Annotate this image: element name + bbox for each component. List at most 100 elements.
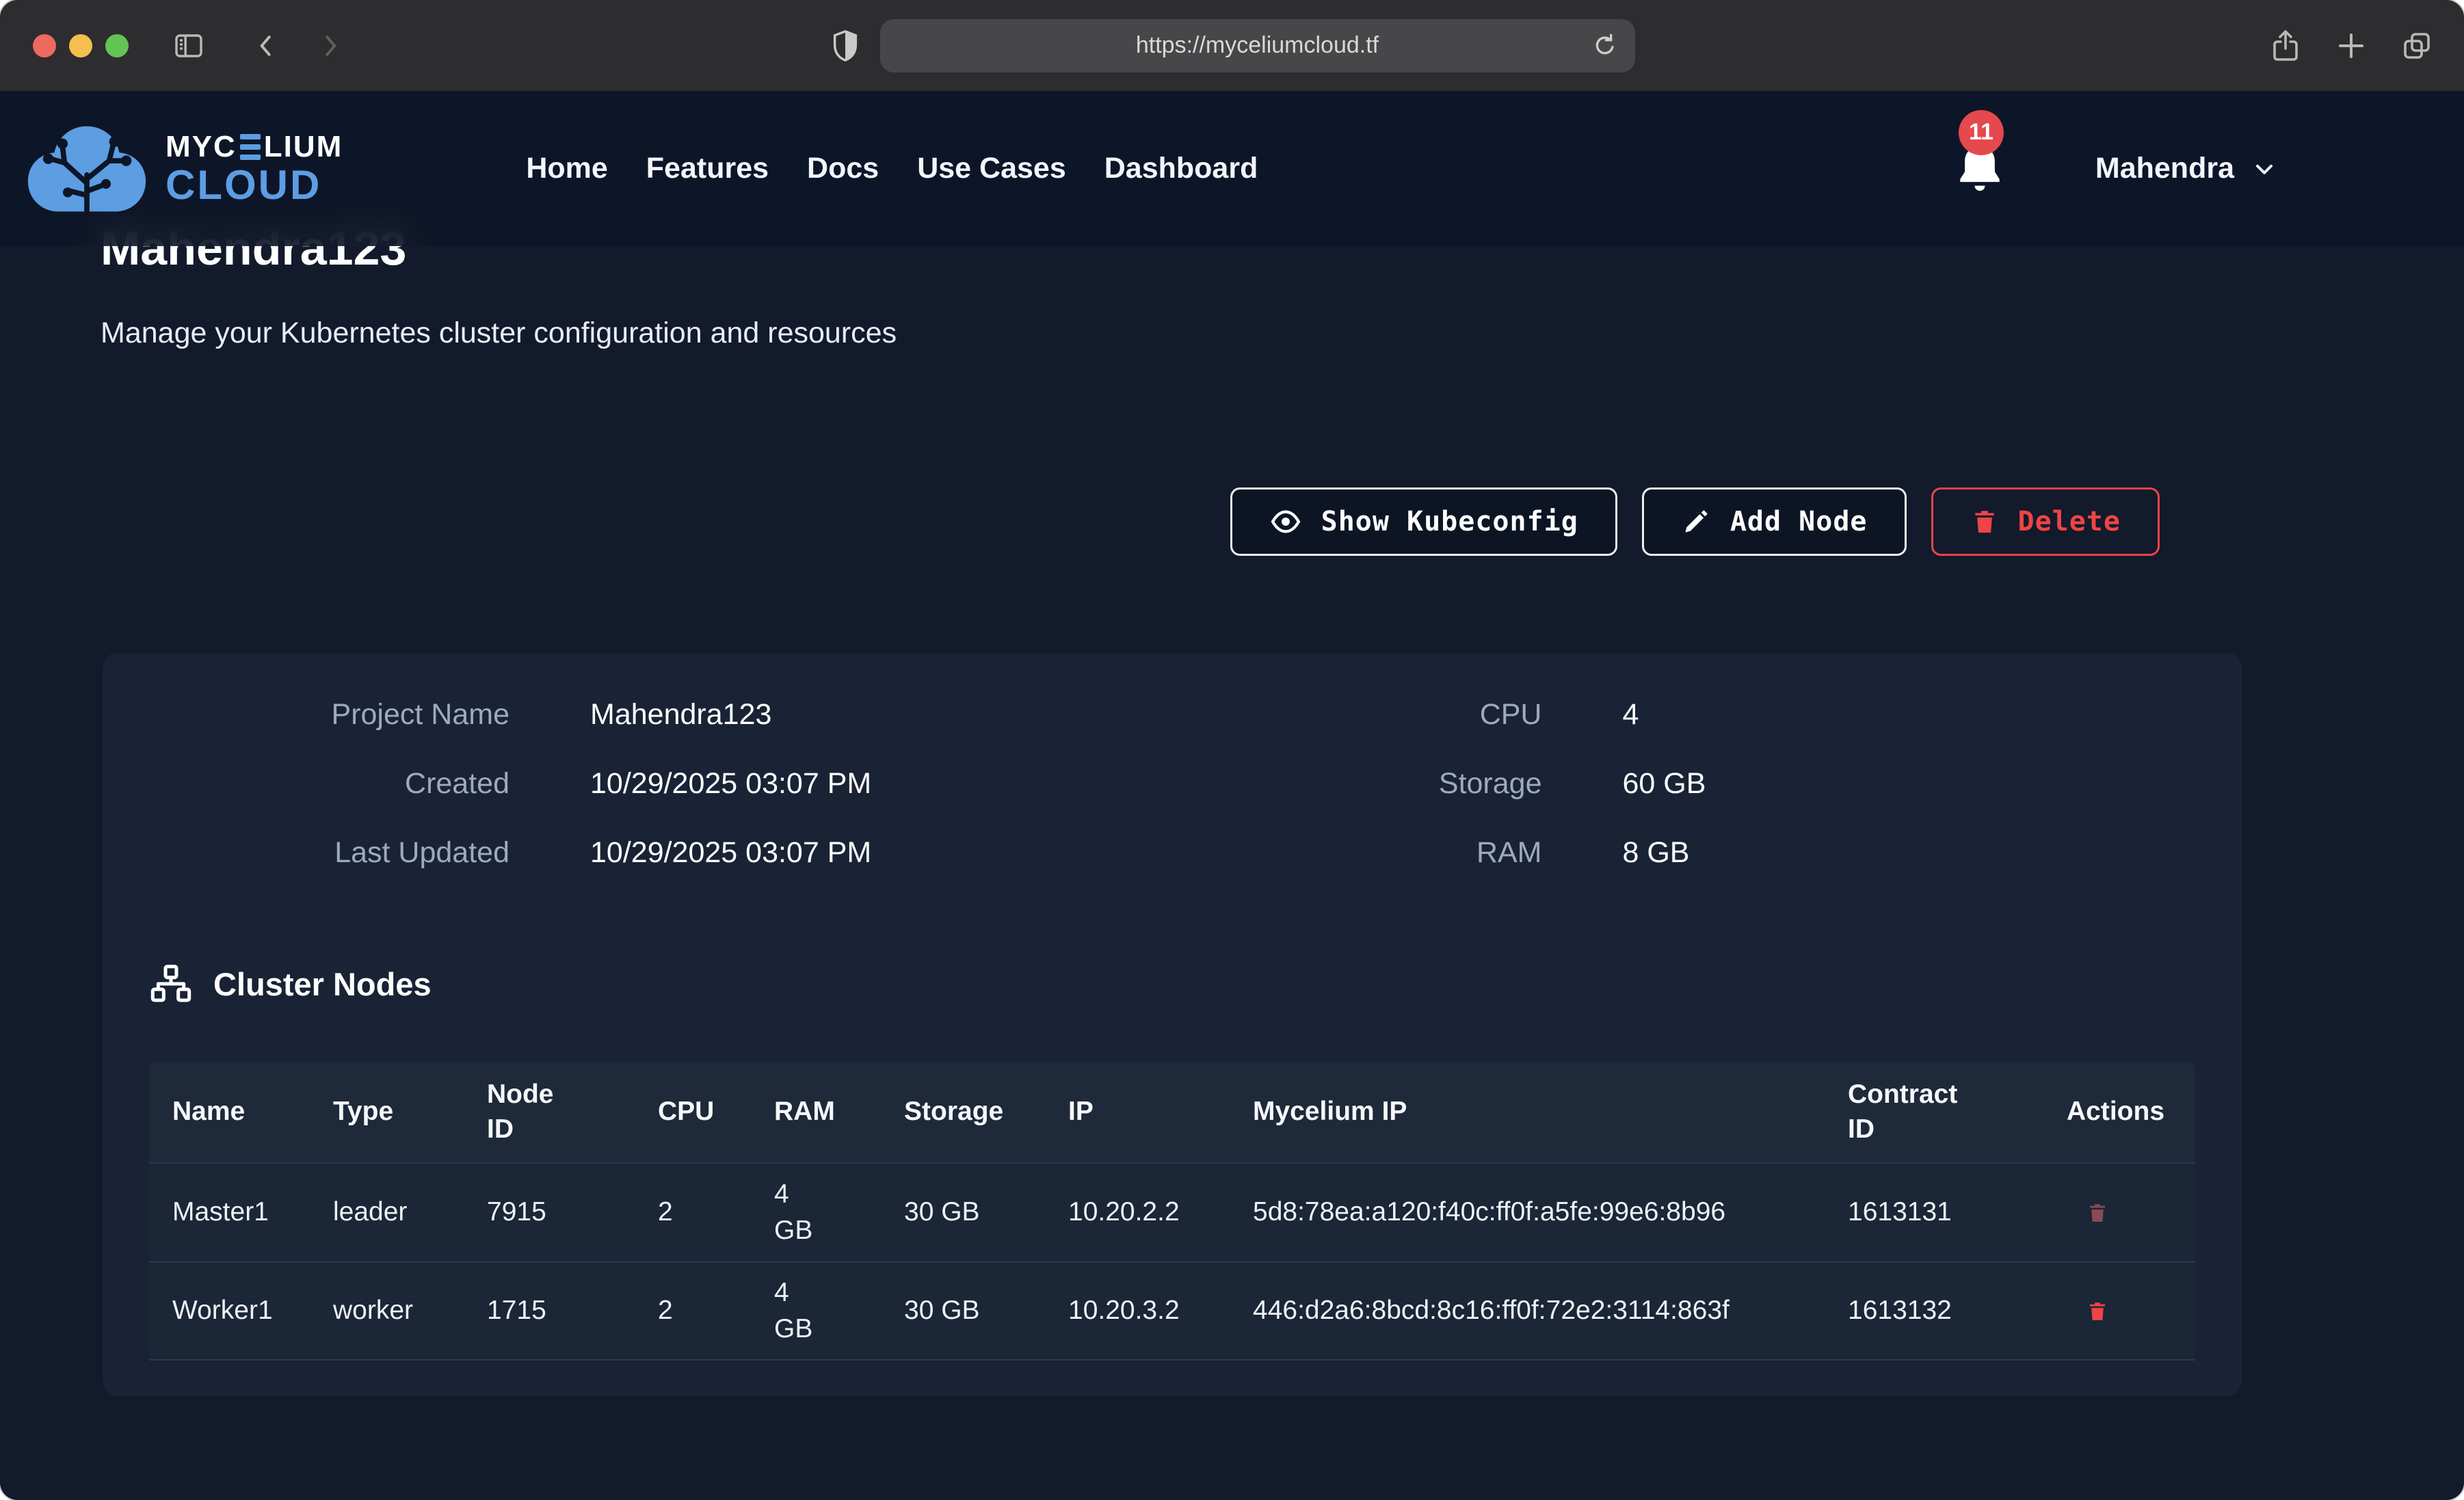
zoom-window-button[interactable] [105,34,129,57]
storage-value: 60 GB [1623,767,1706,801]
cpu-value: 4 [1623,698,1639,732]
show-kubeconfig-label: Show Kubeconfig [1321,506,1578,537]
close-window-button[interactable] [33,34,56,57]
col-type: Type [310,1062,464,1162]
nav-link-dashboard[interactable]: Dashboard [1104,152,1258,185]
notifications-button[interactable]: 11 [1952,140,2008,198]
user-name: Mahendra [2095,152,2234,185]
cell-actions [2043,1261,2195,1361]
cell-contract-id: 1613131 [1825,1162,2043,1261]
col-name: Name [149,1062,310,1162]
cluster-info: Project Name Mahendra123 Created 10/29/2… [202,698,2201,870]
page-subtitle: Manage your Kubernetes cluster configura… [101,317,897,350]
nav-link-home[interactable]: Home [526,152,607,185]
url-bar[interactable]: https://myceliumcloud.tf [880,19,1635,72]
cell-name: Master1 [149,1162,310,1261]
cell-name: Worker1 [149,1261,310,1361]
col-mycelium-ip: Mycelium IP [1230,1062,1825,1162]
add-node-label: Add Node [1730,506,1868,537]
user-menu[interactable]: Mahendra [2095,152,2278,185]
brand-line1-suffix: LIUM [264,132,343,162]
nav-link-docs[interactable]: Docs [807,152,879,185]
last-updated-label: Last Updated [202,836,509,870]
trash-icon [2086,1200,2109,1226]
cell-contract-id: 1613132 [1825,1261,2043,1361]
eye-icon [1269,505,1302,538]
brand-wordmark: MYC LIUM CLOUD [165,132,343,206]
cluster-nodes-header: Cluster Nodes [149,962,432,1006]
privacy-shield-icon[interactable] [830,28,861,64]
cpu-label: CPU [1234,698,1542,732]
cluster-nodes-icon [149,962,193,1006]
cell-storage: 30 GB [881,1162,1045,1261]
project-name-value: Mahendra123 [590,698,771,732]
browser-chrome: https://myceliumcloud.tf [0,0,2464,91]
cell-actions [2043,1162,2195,1261]
new-tab-icon[interactable] [2335,29,2368,62]
traffic-lights [33,34,129,57]
top-navbar: MYC LIUM CLOUD Home Features Docs Use Ca… [0,91,2464,246]
col-node-id: Node ID [464,1062,635,1162]
table-row-master1: Master1 leader 7915 2 4 GB 30 GB 10.20.2… [149,1162,2195,1261]
notification-badge: 11 [1959,110,2004,155]
col-contract-id: Contract ID [1825,1062,2043,1162]
cluster-actions: Show Kubeconfig Add Node Delete [1230,487,2160,556]
ram-label: RAM [1234,836,1542,870]
delete-node-button[interactable] [2067,1298,2109,1324]
cell-mycelium-ip: 446:d2a6:8bcd:8c16:ff0f:72e2:3114:863f [1230,1261,1825,1361]
col-cpu: CPU [635,1062,751,1162]
back-icon[interactable] [252,29,282,62]
cell-storage: 30 GB [881,1261,1045,1361]
cluster-nodes-title: Cluster Nodes [213,965,432,1003]
browser-window: https://myceliumcloud.tf Mahendra123 Man… [0,0,2464,1500]
cell-ip: 10.20.3.2 [1045,1261,1230,1361]
project-name-label: Project Name [202,698,509,732]
last-updated-value: 10/29/2025 03:07 PM [590,836,871,870]
cluster-info-right: CPU 4 Storage 60 GB RAM 8 GB [1169,698,2201,870]
cell-cpu: 2 [635,1261,751,1361]
cell-type: leader [310,1162,464,1261]
cell-node-id: 1715 [464,1261,635,1361]
brand-line1-prefix: MYC [165,132,237,162]
cell-node-id: 7915 [464,1162,635,1261]
cell-cpu: 2 [635,1162,751,1261]
col-actions: Actions [2043,1062,2195,1162]
nodes-table-header-row: Name Type Node ID CPU RAM Storage IP Myc… [149,1062,2195,1162]
col-ram: RAM [751,1062,881,1162]
delete-node-button[interactable] [2067,1200,2109,1226]
page-body: Mahendra123 Manage your Kubernetes clust… [0,91,2464,1500]
mycelium-cloud-logo-icon [22,117,152,221]
ram-value: 8 GB [1623,836,1690,870]
show-kubeconfig-button[interactable]: Show Kubeconfig [1230,487,1617,556]
trash-icon [1970,507,1999,537]
delete-cluster-button[interactable]: Delete [1931,487,2160,556]
share-icon[interactable] [2269,28,2302,64]
nodes-table: Name Type Node ID CPU RAM Storage IP Myc… [149,1062,2195,1361]
cell-ram: 4 GB [751,1162,881,1261]
nav-link-features[interactable]: Features [646,152,769,185]
cluster-info-left: Project Name Mahendra123 Created 10/29/2… [202,698,1169,870]
url-text: https://myceliumcloud.tf [1136,32,1379,59]
forward-icon[interactable] [315,29,345,62]
brand-e-bars [240,134,261,160]
cell-ram: 4 GB [751,1261,881,1361]
cell-type: worker [310,1261,464,1361]
col-ip: IP [1045,1062,1230,1162]
cluster-card: Project Name Mahendra123 Created 10/29/2… [103,653,2242,1396]
nav-link-use-cases[interactable]: Use Cases [917,152,1066,185]
created-label: Created [202,767,509,801]
created-value: 10/29/2025 03:07 PM [590,767,871,801]
tab-overview-icon[interactable] [2400,29,2433,62]
cell-mycelium-ip: 5d8:78ea:a120:f40c:ff0f:a5fe:99e6:8b96 [1230,1162,1825,1261]
col-storage: Storage [881,1062,1045,1162]
brand-line2: CLOUD [165,165,343,206]
delete-label: Delete [2018,506,2121,537]
reload-icon[interactable] [1591,32,1619,59]
brand-logo[interactable]: MYC LIUM CLOUD [22,117,343,221]
table-row-worker1: Worker1 worker 1715 2 4 GB 30 GB 10.20.3… [149,1261,2195,1361]
add-node-button[interactable]: Add Node [1642,487,1907,556]
minimize-window-button[interactable] [69,34,92,57]
pencil-icon [1681,507,1711,537]
cell-ip: 10.20.2.2 [1045,1162,1230,1261]
sidebar-toggle-icon[interactable] [171,29,207,62]
